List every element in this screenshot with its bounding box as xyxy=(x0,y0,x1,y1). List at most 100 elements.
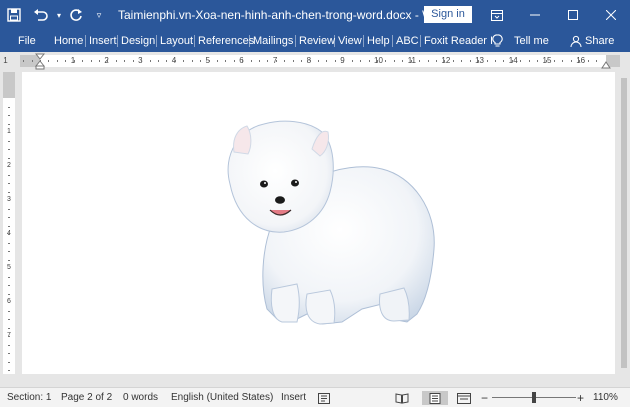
ruler-tick xyxy=(360,60,362,62)
scrollbar-thumb[interactable] xyxy=(621,78,627,368)
undo-icon[interactable] xyxy=(28,0,54,30)
word-count[interactable]: 0 words xyxy=(123,388,158,407)
ruler-tick xyxy=(8,234,10,235)
ruler-tick xyxy=(107,60,109,62)
right-indent-marker-icon[interactable] xyxy=(601,60,611,69)
share-icon[interactable] xyxy=(570,30,582,52)
ruler-number: 1 xyxy=(3,56,8,65)
tab-layout[interactable]: Layout xyxy=(160,30,193,52)
print-layout-icon[interactable] xyxy=(422,391,448,405)
document-page[interactable] xyxy=(22,72,615,374)
ruler-tick xyxy=(8,106,10,108)
ruler-tick xyxy=(520,60,522,62)
tab-divider xyxy=(156,35,157,47)
ruler-tick xyxy=(65,60,67,62)
ruler-tick xyxy=(486,60,488,62)
ruler-tick xyxy=(73,60,75,62)
zoom-slider-thumb[interactable] xyxy=(532,392,536,403)
horizontal-ruler[interactable]: 112345678910111213141516 xyxy=(0,52,630,70)
share-button[interactable]: Share xyxy=(585,30,614,52)
ruler-tick xyxy=(385,60,387,62)
ruler-tick xyxy=(326,60,328,62)
web-layout-icon[interactable] xyxy=(456,391,472,405)
ruler-tick xyxy=(8,166,10,167)
page-number-indicator[interactable]: Page 2 of 2 xyxy=(61,388,112,407)
ruler-tick xyxy=(511,60,513,62)
zoom-in-button[interactable]: + xyxy=(577,388,584,407)
language-indicator[interactable]: English (United States) xyxy=(171,388,273,407)
ruler-tick xyxy=(149,60,151,62)
tab-divider xyxy=(194,35,195,47)
tab-file[interactable]: File xyxy=(18,30,36,52)
ruler-tick xyxy=(8,327,10,329)
ruler-tick xyxy=(90,60,92,62)
tab-view[interactable]: View xyxy=(338,30,362,52)
ruler-number: 11 xyxy=(407,56,416,65)
window-title: Taimienphi.vn-Xoa-nen-hinh-anh-chen-tron… xyxy=(118,8,451,22)
tab-mailings[interactable]: Mailings xyxy=(253,30,293,52)
tab-review[interactable]: Review xyxy=(299,30,335,52)
tab-divider xyxy=(334,35,335,47)
ruler-tick xyxy=(461,60,463,62)
ruler-tick xyxy=(8,276,10,278)
ruler-tick xyxy=(8,208,10,210)
tell-me-box[interactable]: Tell me xyxy=(514,30,549,52)
ruler-tick xyxy=(216,60,218,62)
ruler-tick xyxy=(8,293,10,295)
tab-abc[interactable]: ABC xyxy=(396,30,419,52)
maximize-icon[interactable] xyxy=(554,0,592,30)
tab-foxit-reader[interactable]: Foxit Reader I xyxy=(424,30,493,52)
insert-mode-indicator[interactable]: Insert xyxy=(281,388,306,407)
tab-divider xyxy=(295,35,296,47)
minimize-icon[interactable] xyxy=(516,0,554,30)
ruler-tick xyxy=(8,353,10,354)
ruler-number: 14 xyxy=(508,56,518,65)
ruler-tick xyxy=(8,285,10,286)
ruler-tick xyxy=(494,60,496,62)
title-bar: ▾ ▿ Taimienphi.vn-Xoa-nen-hinh-anh-chen-… xyxy=(0,0,630,30)
ruler-tick xyxy=(115,60,117,62)
vertical-ruler[interactable]: 1234567 xyxy=(3,72,15,374)
tab-divider xyxy=(117,35,118,47)
read-mode-icon[interactable] xyxy=(394,391,410,405)
ruler-tick xyxy=(141,60,143,62)
ruler-number: 10 xyxy=(374,56,383,65)
save-icon[interactable] xyxy=(0,0,28,30)
ruler-top-margin xyxy=(3,72,15,98)
ruler-tick xyxy=(8,123,10,125)
ruler-tick xyxy=(8,370,10,371)
tab-references[interactable]: References xyxy=(198,30,254,52)
tab-design[interactable]: Design xyxy=(121,30,155,52)
ruler-tick xyxy=(8,225,10,227)
tab-home[interactable]: Home xyxy=(54,30,83,52)
lightbulb-icon[interactable] xyxy=(492,30,503,52)
ruler-tick xyxy=(402,60,404,62)
ribbon-display-icon[interactable] xyxy=(478,0,516,30)
ruler-tick xyxy=(528,60,530,62)
ruler-tick xyxy=(334,60,336,62)
ruler-tick xyxy=(8,140,10,142)
vertical-scrollbar[interactable] xyxy=(618,70,630,386)
ruler-tick xyxy=(318,60,320,62)
tab-insert[interactable]: Insert xyxy=(89,30,117,52)
macro-recording-icon[interactable] xyxy=(316,391,332,405)
zoom-level[interactable]: 110% xyxy=(593,388,618,407)
sign-in-button[interactable]: Sign in xyxy=(424,6,472,23)
customize-toolbar-icon[interactable]: ▿ xyxy=(88,0,110,30)
ruler-tick xyxy=(537,60,539,62)
section-indicator[interactable]: Section: 1 xyxy=(7,388,51,407)
ruler-tick xyxy=(8,251,10,252)
tab-divider xyxy=(85,35,86,47)
tab-help[interactable]: Help xyxy=(367,30,390,52)
indent-marker-icon[interactable] xyxy=(35,52,45,70)
undo-dropdown-icon[interactable]: ▾ xyxy=(54,0,64,30)
close-icon[interactable] xyxy=(592,0,630,30)
ruler-tick xyxy=(562,60,564,62)
redo-icon[interactable] xyxy=(64,0,88,30)
zoom-out-button[interactable]: − xyxy=(481,388,488,407)
pomeranian-puppy-image[interactable] xyxy=(212,114,442,329)
ruler-tick xyxy=(452,60,454,62)
ruler-tick xyxy=(8,157,10,159)
tab-divider xyxy=(420,35,421,47)
ruler-tick xyxy=(8,200,10,201)
